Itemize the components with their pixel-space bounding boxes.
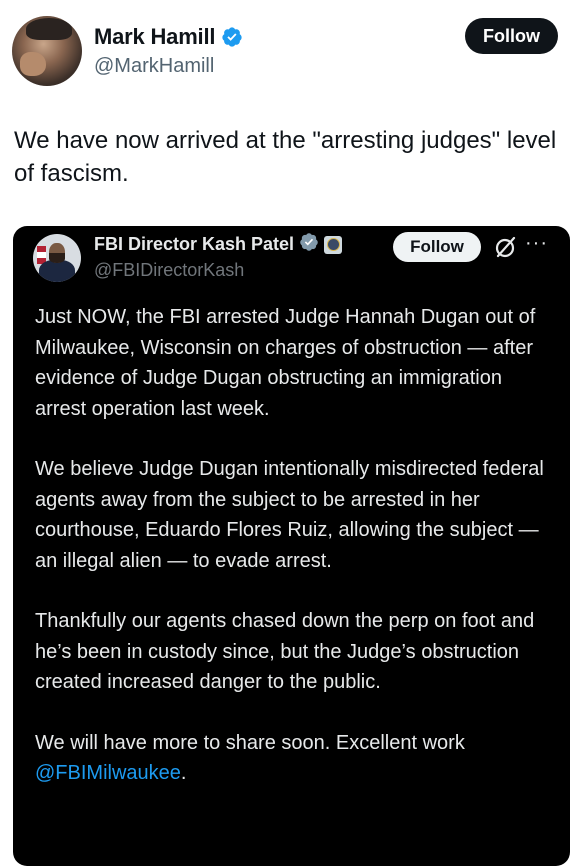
embedded-author-name: FBI Director Kash Patel: [94, 234, 295, 254]
embedded-author-name-row: FBI Director Kash Patel: [94, 232, 343, 257]
embedded-paragraph: Thankfully our agents chased down the pe…: [35, 610, 535, 693]
avatar-hand: [20, 52, 46, 76]
author-name-row[interactable]: Mark Hamill: [94, 24, 243, 50]
embedded-paragraph-text: We will have more to share soon. Excelle…: [35, 731, 465, 754]
verified-badge-icon: [221, 26, 243, 48]
embedded-paragraph: We believe Judge Dugan intentionally mis…: [35, 458, 544, 572]
grok-icon: [494, 234, 518, 260]
avatar-suit: [39, 260, 75, 282]
embedded-author-handle: @FBIDirectorKash: [94, 260, 245, 280]
embedded-post-body: Just NOW, the FBI arrested Judge Hannah …: [35, 302, 555, 819]
embedded-follow-button: Follow: [393, 232, 481, 262]
avatar-beard: [49, 253, 65, 263]
follow-button[interactable]: Follow: [465, 18, 558, 54]
avatar-hair: [26, 18, 72, 40]
post-text: We have now arrived at the "arresting ju…: [14, 127, 557, 187]
author-name[interactable]: Mark Hamill: [94, 24, 215, 50]
author-handle[interactable]: @MarkHamill: [94, 55, 214, 78]
mention-link: @FBIMilwaukee: [35, 762, 181, 784]
author-avatar[interactable]: [12, 16, 82, 86]
embedded-paragraph-last: We will have more to share soon. Excelle…: [35, 728, 555, 789]
embedded-post-image[interactable]: FBI Director Kash Patel @FBIDirectorKash…: [13, 226, 570, 866]
embedded-paragraph-end: .: [180, 762, 187, 784]
more-options-icon: ···: [525, 232, 548, 254]
embedded-paragraph: Just NOW, the FBI arrested Judge Hannah …: [35, 306, 536, 420]
embedded-author-avatar: [33, 234, 81, 282]
government-seal-icon: [324, 235, 343, 254]
gray-verified-badge-icon: [299, 232, 319, 257]
